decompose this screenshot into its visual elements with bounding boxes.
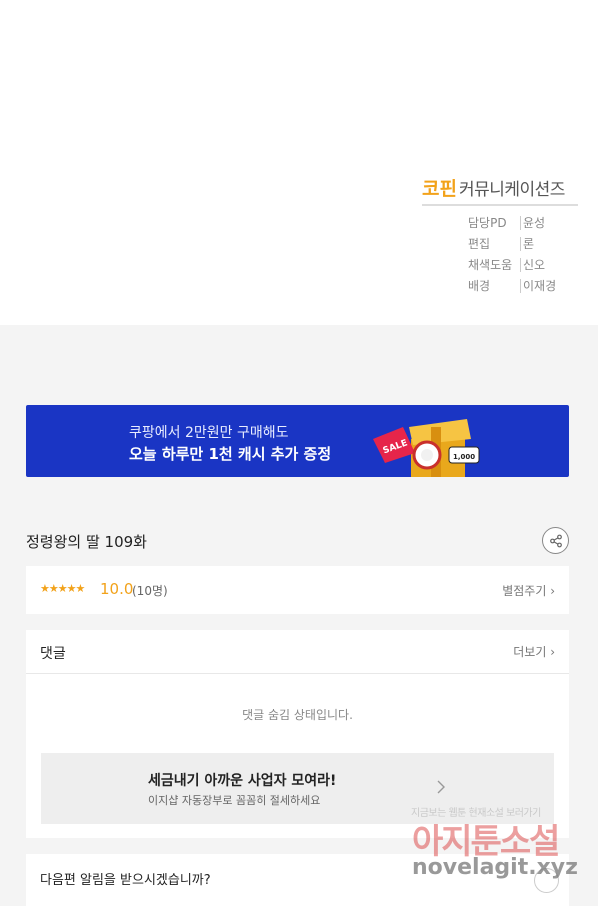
credit-role: 배경 — [468, 279, 491, 293]
ad-title: 세금내기 아까운 사업자 모여라! — [148, 773, 337, 789]
rate-button[interactable]: 별점주기 › — [502, 582, 555, 599]
credit-name: 론 — [520, 237, 534, 251]
promo-banner[interactable]: 쿠팡에서 2만원만 구매해도 오늘 하루만 1천 캐시 추가 증정 SALE 1… — [26, 405, 569, 477]
credit-name: 이재경 — [520, 279, 556, 293]
promo-banner-line1: 쿠팡에서 2만원만 구매해도 — [129, 425, 289, 441]
chevron-right-icon — [437, 780, 445, 794]
credit-row: 편집 론 — [468, 234, 580, 255]
credit-list: 담당PD 윤성 편집 론 채색도움 신오 배경 이재경 — [468, 213, 580, 297]
notify-question: 다음편 알림을 받으시겠습니까? — [40, 873, 211, 888]
share-icon — [549, 534, 562, 547]
share-button[interactable] — [542, 527, 569, 554]
watermark: 지금보는 웹툰 현재소설 보러가기 아지툰소설 novelagit.xyz — [408, 800, 588, 906]
credit-row: 채색도움 신오 — [468, 255, 580, 276]
coin-tag-text: 1,000 — [453, 453, 475, 461]
credit-divider — [422, 204, 578, 206]
publisher-logo: 코핀 커뮤니케이션즈 — [422, 174, 580, 201]
credit-role: 담당PD — [468, 216, 507, 230]
comment-header: 댓글 더보기 › — [26, 630, 569, 674]
credits-block: 코핀 커뮤니케이션즈 담당PD 윤성 편집 론 채색도움 신오 배경 이재경 — [422, 174, 580, 297]
credit-role: 채색도움 — [468, 258, 513, 272]
rating-stars: ★★★★★ — [40, 582, 85, 595]
rating-count: (10명) — [132, 584, 168, 598]
rating-card: ★★★★★ 10.0 (10명) 별점주기 › — [26, 566, 569, 614]
promo-banner-line2: 오늘 하루만 1천 캐시 추가 증정 — [129, 445, 332, 463]
credit-row: 담당PD 윤성 — [468, 213, 580, 234]
credit-name: 윤성 — [520, 216, 545, 230]
ad-subtitle: 이지샵 자동장부로 꼼꼼히 절세하세요 — [148, 794, 321, 807]
comment-more-button[interactable]: 더보기 › — [513, 643, 555, 660]
comment-hidden-message: 댓글 숨김 상태입니다. — [242, 708, 353, 722]
gift-box-illustration: SALE 1,000 — [373, 419, 480, 477]
credit-role: 편집 — [468, 237, 491, 251]
rating-score: 10.0 — [100, 580, 134, 598]
publisher-logo-accent: 코핀 — [422, 178, 457, 200]
credit-row: 배경 이재경 — [468, 276, 580, 297]
comment-title: 댓글 — [40, 646, 66, 662]
publisher-logo-name: 커뮤니케이션즈 — [458, 180, 565, 200]
watermark-url: novelagit.xyz — [412, 855, 578, 880]
episode-title: 정령왕의 딸 109화 — [26, 533, 147, 551]
credit-name: 신오 — [520, 258, 545, 272]
credits-area: 코핀 커뮤니케이션즈 담당PD 윤성 편집 론 채색도움 신오 배경 이재경 — [0, 0, 598, 325]
